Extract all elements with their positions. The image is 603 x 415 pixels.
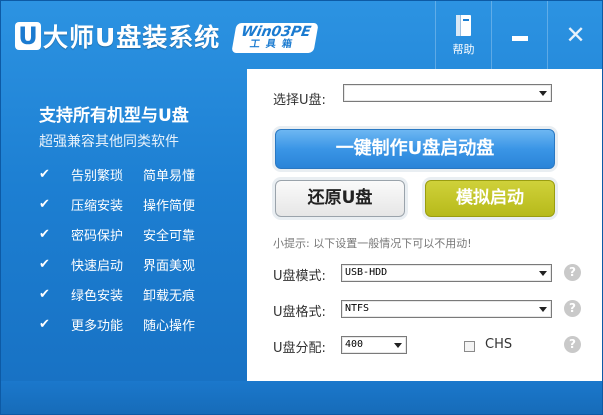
title-bar[interactable]: U 大师U盘装系统 Win03PE 工具箱 帮助 ✕ bbox=[1, 1, 602, 69]
bottom-bar bbox=[1, 381, 602, 414]
subslogan: 超强兼容其他同类软件 bbox=[39, 134, 179, 150]
feature-row: ✔ 更多功能 随心操作 bbox=[39, 315, 195, 334]
chevron-down-icon[interactable] bbox=[535, 265, 551, 281]
minimize-button[interactable] bbox=[491, 1, 547, 69]
check-icon: ✔ bbox=[39, 227, 50, 242]
check-icon: ✔ bbox=[39, 317, 50, 332]
app-logo: U 大师U盘装系统 bbox=[15, 19, 220, 53]
feature-item: 简单易懂 bbox=[143, 169, 196, 184]
select-usb-label: 选择U盘: bbox=[273, 93, 326, 108]
feature-item: 快速启动 bbox=[71, 259, 124, 274]
chevron-down-icon[interactable] bbox=[535, 85, 551, 101]
feature-row: ✔ 密码保护 安全可靠 bbox=[39, 225, 195, 244]
slogan: 支持所有机型与U盘 bbox=[39, 106, 189, 126]
feature-item: 安全可靠 bbox=[143, 229, 196, 244]
help-button[interactable]: 帮助 bbox=[435, 1, 491, 69]
settings-panel: 选择U盘: 一键制作U盘启动盘 还原U盘 模拟启动 小提示: 以下设置一般情况下… bbox=[247, 69, 602, 381]
chs-checkbox[interactable] bbox=[464, 341, 475, 352]
usb-partition-value: 400 bbox=[345, 339, 364, 350]
check-icon: ✔ bbox=[39, 167, 50, 182]
book-icon bbox=[455, 14, 471, 36]
feature-item: 卸载无痕 bbox=[143, 289, 196, 304]
partition-label: U盘分配: bbox=[273, 341, 326, 356]
minimize-icon bbox=[511, 35, 528, 41]
feature-item: 随心操作 bbox=[143, 319, 196, 334]
feature-row: ✔ 告别繁琐 简单易懂 bbox=[39, 165, 195, 184]
badge-top: Win03PE bbox=[239, 24, 313, 40]
question-icon[interactable]: ? bbox=[564, 264, 581, 281]
feature-item: 压缩安装 bbox=[71, 199, 124, 214]
check-icon: ✔ bbox=[39, 197, 50, 212]
make-boot-disk-button[interactable]: 一键制作U盘启动盘 bbox=[275, 129, 555, 169]
app-title: 大师U盘装系统 bbox=[43, 23, 221, 52]
badge-bottom: 工具箱 bbox=[248, 39, 299, 50]
close-icon: ✕ bbox=[565, 21, 586, 49]
check-icon: ✔ bbox=[39, 287, 50, 302]
chevron-down-icon[interactable] bbox=[535, 301, 551, 317]
usb-partition-select[interactable]: 400 bbox=[341, 336, 407, 354]
usb-mode-select[interactable]: USB-HDD bbox=[341, 264, 552, 282]
help-label: 帮助 bbox=[452, 42, 475, 56]
feature-item: 更多功能 bbox=[71, 319, 124, 334]
usb-mode-value: USB-HDD bbox=[345, 267, 388, 278]
feature-item: 操作简便 bbox=[143, 199, 196, 214]
usb-drive-select[interactable] bbox=[343, 84, 552, 102]
feature-row: ✔ 压缩安装 操作简便 bbox=[39, 195, 195, 214]
close-button[interactable]: ✕ bbox=[547, 1, 602, 69]
check-icon: ✔ bbox=[39, 257, 50, 272]
chs-label: CHS bbox=[485, 337, 513, 352]
main-window: U 大师U盘装系统 Win03PE 工具箱 帮助 ✕ 支持所有机型与U盘 超强兼… bbox=[0, 0, 603, 415]
mode-label: U盘模式: bbox=[273, 269, 326, 284]
usb-format-select[interactable]: NTFS bbox=[341, 300, 552, 318]
feature-item: 告别繁琐 bbox=[71, 169, 124, 184]
question-icon[interactable]: ? bbox=[564, 336, 581, 353]
feature-panel: 支持所有机型与U盘 超强兼容其他同类软件 ✔ 告别繁琐 简单易懂 ✔ 压缩安装 … bbox=[1, 69, 247, 381]
feature-item: 界面美观 bbox=[143, 259, 196, 274]
feature-row: ✔ 绿色安装 卸载无痕 bbox=[39, 285, 195, 304]
feature-row: ✔ 快速启动 界面美观 bbox=[39, 255, 195, 274]
feature-item: 密码保护 bbox=[71, 229, 124, 244]
usb-format-value: NTFS bbox=[345, 303, 370, 314]
logo-letter: U bbox=[15, 22, 41, 50]
tip-text: 小提示: 以下设置一般情况下可以不用动! bbox=[273, 237, 472, 250]
format-label: U盘格式: bbox=[273, 305, 326, 320]
chevron-down-icon[interactable] bbox=[390, 337, 406, 353]
restore-usb-button[interactable]: 还原U盘 bbox=[275, 180, 405, 217]
pe-badge: Win03PE 工具箱 bbox=[231, 23, 319, 53]
feature-item: 绿色安装 bbox=[71, 289, 124, 304]
question-icon[interactable]: ? bbox=[564, 300, 581, 317]
simulate-boot-button[interactable]: 模拟启动 bbox=[425, 180, 555, 217]
